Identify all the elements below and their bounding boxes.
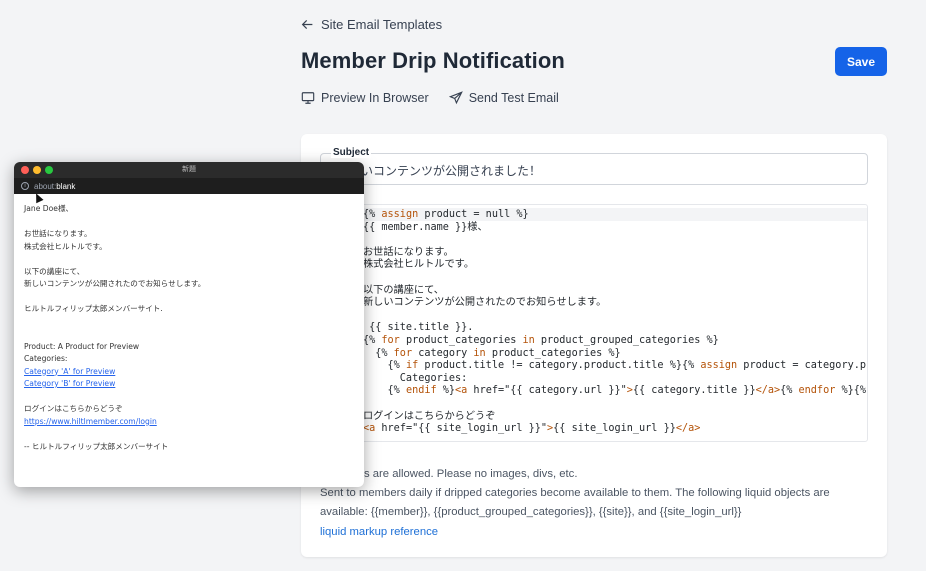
url-prefix: about: [34, 181, 57, 191]
send-test-label: Send Test Email [468, 91, 559, 105]
preview-line: Category 'B' for Preview [24, 378, 354, 391]
send-test-email-button[interactable]: Send Test Email [448, 91, 559, 105]
action-bar: Preview In Browser Send Test Email [301, 91, 559, 105]
preview-line: Categories: [24, 354, 68, 363]
popup-titlebar: 新題 [14, 162, 364, 178]
code-line: ログインはこちらからどうぞ [363, 410, 496, 422]
code-line: {% endif %}<a href="{{ category.url }}">… [363, 385, 867, 397]
login-link[interactable]: https://www.hiltlmember.com/login [24, 417, 157, 426]
preview-line: 新しいコンテンツが公開されたのでお知らせします。 [24, 279, 206, 288]
code-line: {% if product.title != category.product.… [363, 360, 867, 372]
help-text: l <a> tags are allowed. Please no images… [320, 465, 880, 542]
arrow-left-icon [301, 20, 313, 29]
back-link[interactable]: Site Email Templates [301, 17, 442, 32]
body-code-editor[interactable]: {% assign product = null %}{{ member.nam… [320, 204, 868, 442]
preview-in-browser-button[interactable]: Preview In Browser [301, 91, 429, 105]
code-line: 以下の講座にて、 [363, 284, 444, 296]
code-line: <a href="{{ site_login_url }}">{{ site_l… [363, 423, 701, 435]
page-title: Member Drip Notification [301, 48, 565, 73]
help-line-1: l <a> tags are allowed. Please no images… [320, 468, 578, 480]
popup-title: 新題 [182, 166, 196, 173]
preview-line: ヒルトルフィリップ太郎メンバーサイト. [24, 304, 163, 313]
monitor-icon [301, 92, 315, 104]
code-line: お世話になります。 [363, 246, 454, 258]
code-line: {% for product_categories in product_gro… [363, 335, 719, 346]
code-line: 株式会社ヒルトルです。 [363, 259, 475, 271]
preview-line: Category 'A' for Preview [24, 366, 354, 379]
save-button[interactable]: Save [835, 47, 887, 76]
preview-line [24, 253, 354, 266]
preview-line: https://www.hiltlmember.com/login [24, 416, 354, 429]
preview-line: ログインはこちらからどうぞ [24, 404, 123, 413]
code-line: {% assign product = null %} [321, 208, 867, 221]
subject-label: Subject [331, 147, 372, 158]
help-line-2: Sent to members daily if dripped categor… [320, 487, 830, 500]
preview-line: Jane Doe様、 [24, 204, 74, 213]
code-line: {{ site.title }}. [363, 322, 474, 334]
help-line-3: available: {{member}}, {{product_grouped… [320, 506, 742, 519]
code-line: 新しいコンテンツが公開されたのでお知らせします。 [363, 297, 607, 309]
info-icon: i [21, 182, 29, 190]
preview-line: 株式会社ヒルトルです。 [24, 241, 107, 251]
preview-line [24, 428, 354, 441]
preview-line [24, 216, 354, 229]
popup-body: Jane Doe様、お世話になります。株式会社ヒルトルです。 以下の講座にて、新し… [14, 194, 364, 462]
preview-popup-window: 新題 i about:blank Jane Doe様、お世話になります。株式会社… [14, 162, 364, 487]
liquid-markup-reference-link[interactable]: liquid markup reference [320, 523, 880, 542]
url-host: blank [56, 181, 76, 191]
back-link-label: Site Email Templates [321, 17, 443, 32]
subject-input[interactable]: いコンテンツが公開されました！ [320, 153, 868, 185]
preview-line: -- ヒルトルフィリップ太郎メンバーサイト [24, 441, 169, 451]
preview-line [24, 391, 354, 404]
code-line: Categories: [363, 372, 468, 384]
preview-line [24, 328, 354, 341]
preview-line: お世話になります。 [24, 229, 92, 238]
preview-line: Product: A Product for Preview [24, 341, 140, 351]
code-line: {{ member.name }}様、 [363, 221, 488, 233]
send-icon [448, 91, 463, 105]
popup-url-bar[interactable]: i about:blank [14, 178, 364, 194]
category-a-link[interactable]: Category 'A' for Preview [24, 367, 115, 376]
preview-line [24, 291, 354, 304]
preview-line [24, 316, 354, 329]
preview-label: Preview In Browser [321, 91, 429, 105]
category-b-link[interactable]: Category 'B' for Preview [24, 379, 115, 388]
preview-line: 以下の講座にて、 [24, 266, 85, 276]
code-line: {% for category in product_categories %} [363, 347, 621, 359]
